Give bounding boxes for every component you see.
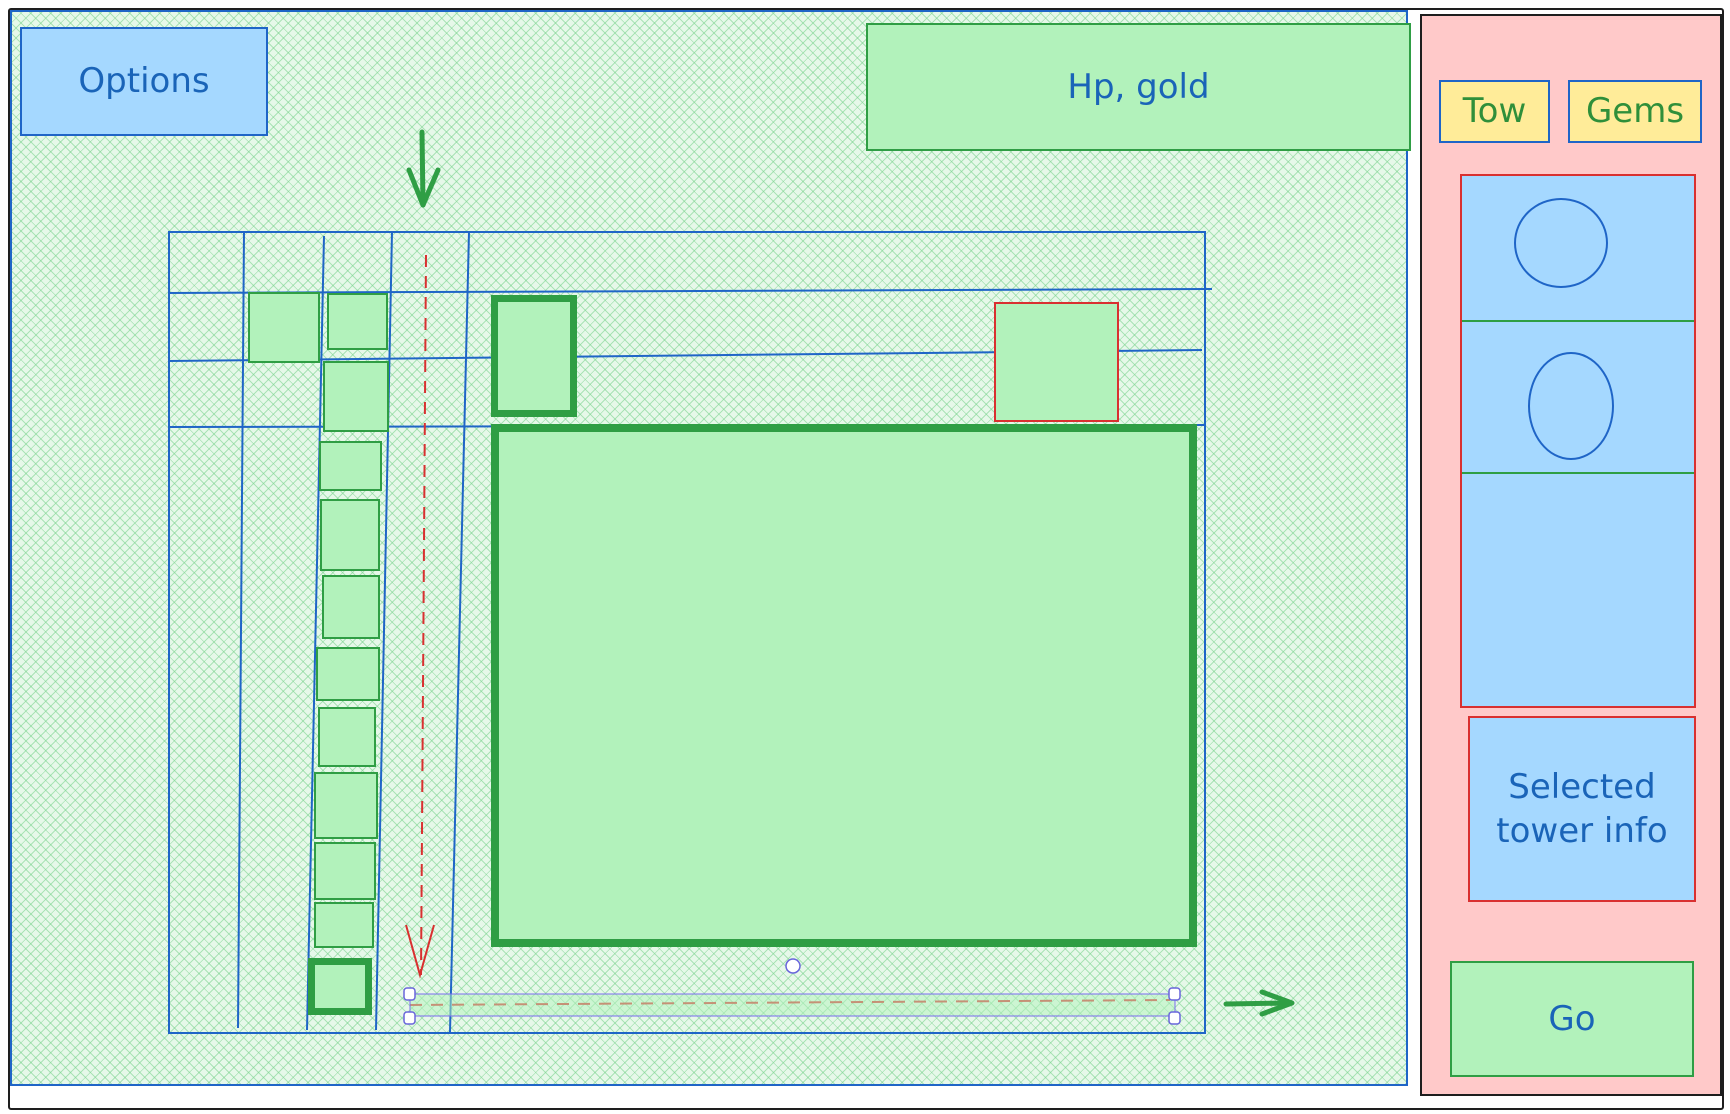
tile[interactable]	[316, 647, 380, 701]
tile[interactable]	[314, 772, 378, 839]
tab-gems-label: Gems	[1585, 91, 1685, 132]
tower-circle-icon	[1528, 352, 1614, 460]
tower-tile-selected[interactable]	[491, 295, 577, 417]
selection-handle-icon	[403, 1011, 416, 1025]
enemy-path-vertical	[420, 254, 427, 976]
tile[interactable]	[318, 707, 376, 767]
go-button[interactable]: Go	[1450, 961, 1694, 1077]
tile[interactable]	[248, 292, 320, 363]
selection-handle-icon	[1168, 987, 1181, 1001]
tile[interactable]	[323, 361, 389, 432]
tower-circle-icon	[1514, 198, 1608, 288]
tab-towers-label: Tow	[1462, 91, 1527, 132]
selected-tower-info: Selected tower info	[1468, 716, 1696, 902]
enemy-path-arrowhead	[405, 924, 435, 979]
selection-handle-icon	[1168, 1011, 1181, 1025]
grid-line-v1	[237, 231, 245, 1029]
tile[interactable]	[314, 842, 376, 900]
selection-handle-icon	[403, 987, 416, 1001]
go-label: Go	[1548, 998, 1596, 1039]
tower-placement-highlight[interactable]	[994, 302, 1119, 422]
selection-box	[403, 958, 1181, 1025]
arrow-down-icon	[406, 129, 441, 208]
tower-list-item[interactable]	[1462, 176, 1694, 322]
tile[interactable]	[319, 441, 382, 491]
tile[interactable]	[320, 499, 380, 571]
arrow-right-icon	[1223, 989, 1295, 1017]
tab-towers[interactable]: Tow	[1439, 80, 1550, 143]
rotation-handle-icon	[785, 958, 801, 974]
build-area[interactable]	[491, 424, 1197, 947]
tower-list-item[interactable]	[1462, 322, 1694, 474]
tile[interactable]	[327, 293, 388, 350]
tile[interactable]	[322, 575, 380, 639]
grid-line-v4	[449, 231, 470, 1033]
tab-gems[interactable]: Gems	[1568, 80, 1702, 143]
selected-tower-info-label: Selected tower info	[1496, 766, 1668, 851]
tile-selected[interactable]	[308, 958, 372, 1015]
tile[interactable]	[314, 902, 374, 948]
grid-line-h1	[167, 288, 1213, 294]
tower-list	[1460, 174, 1696, 708]
